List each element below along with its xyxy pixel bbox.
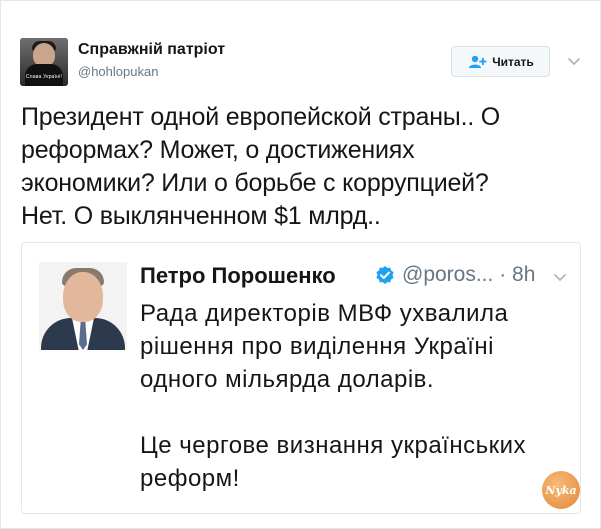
tweet-text-line: Президент одной европейской страны.. О bbox=[21, 103, 501, 131]
quoted-text-line: реформ! bbox=[140, 465, 240, 492]
follow-button[interactable]: Читать bbox=[451, 46, 550, 77]
quoted-handle[interactable]: @poros... bbox=[402, 263, 493, 286]
verified-badge-icon bbox=[376, 266, 394, 284]
quoted-author-avatar[interactable] bbox=[39, 262, 127, 350]
author-avatar[interactable]: Слава Україні! bbox=[20, 38, 68, 86]
meta-separator: · bbox=[499, 263, 507, 286]
quoted-time[interactable]: 8h bbox=[512, 263, 535, 286]
tweet-card: Слава Україні! Справжній патріот @hohlop… bbox=[0, 0, 601, 529]
add-user-icon bbox=[469, 55, 487, 68]
quoted-text-line: Це чергове визнання українських bbox=[140, 432, 526, 459]
tweet-text-line: Нет. О выклянченном $1 млрд.. bbox=[21, 202, 381, 230]
quoted-text-line: Рада директорів МВФ ухвалила bbox=[140, 300, 509, 327]
tweet-text-line: реформах? Может, о достижениях bbox=[21, 136, 415, 164]
quoted-text-line: рішення про виділення Україні bbox=[140, 333, 494, 360]
watermark-text: Nyka bbox=[545, 483, 577, 497]
watermark-logo: Nyka bbox=[542, 471, 580, 509]
quoted-author-name[interactable]: Петро Порошенко bbox=[140, 263, 336, 289]
quoted-tweet[interactable]: Петро Порошенко @poros... · 8h Рада дире… bbox=[21, 242, 581, 514]
quoted-text-line bbox=[140, 396, 570, 429]
tweet-text-line: экономики? Или о борьбе с коррупцией? bbox=[21, 169, 489, 197]
author-name[interactable]: Справжній патріот bbox=[78, 41, 225, 59]
chevron-down-icon[interactable] bbox=[566, 53, 582, 69]
quoted-tweet-text: Рада директорів МВФ ухвалила рішення про… bbox=[140, 297, 570, 495]
quoted-text-line: одного мільярда доларів. bbox=[140, 366, 435, 393]
avatar-caption: Слава Україні! bbox=[25, 74, 63, 80]
author-handle[interactable]: @hohlopukan bbox=[78, 64, 158, 79]
quoted-meta: @poros... · 8h bbox=[402, 263, 535, 287]
follow-button-label: Читать bbox=[492, 54, 534, 69]
chevron-down-icon[interactable] bbox=[552, 269, 568, 285]
tweet-text: Президент одной европейской страны.. О р… bbox=[21, 101, 581, 233]
